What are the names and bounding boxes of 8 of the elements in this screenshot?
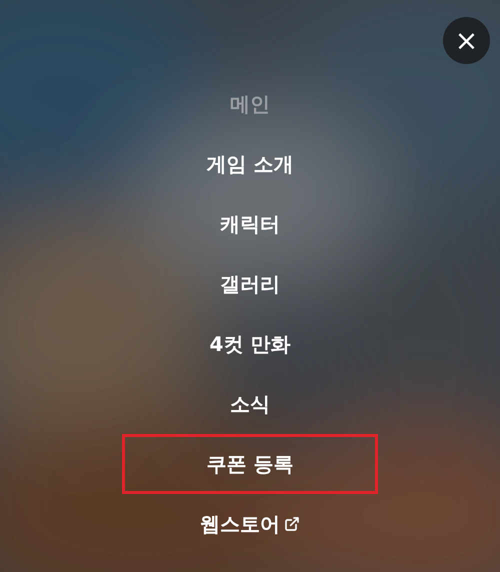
- menu-item[interactable]: 4컷 만화: [210, 329, 290, 359]
- menu-item[interactable]: 갤러리: [220, 269, 280, 299]
- menu-item[interactable]: 웹스토어: [200, 509, 300, 539]
- external-link-icon: [284, 516, 300, 532]
- menu-item[interactable]: 게임 소개: [206, 149, 294, 179]
- menu-item[interactable]: 캐릭터: [220, 209, 280, 239]
- menu-item[interactable]: 소식: [230, 389, 270, 419]
- menu-item[interactable]: 쿠폰 등록: [206, 449, 294, 479]
